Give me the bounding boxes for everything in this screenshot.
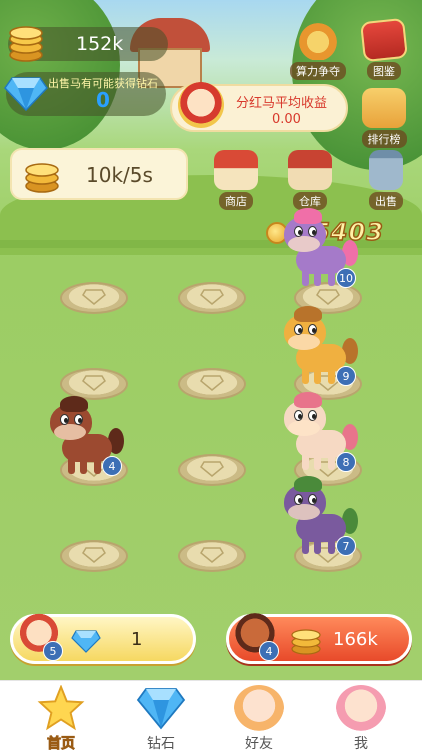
warehouse-button[interactable]: 仓库 (282, 150, 338, 210)
trash-can-icon (369, 150, 403, 190)
horse[interactable]: 9 (284, 306, 358, 388)
buy-with-diamond-button[interactable]: 5 1 (10, 613, 196, 664)
leaderboard-button[interactable]: 排行榜 (356, 88, 412, 148)
diamond-value: 0 (96, 88, 110, 112)
star-icon (37, 685, 85, 731)
buy-with-coins-button[interactable]: 4 166k (226, 613, 412, 664)
profile-avatar-icon (336, 685, 386, 731)
friends-avatar-icon (234, 685, 284, 731)
compute-contest-button[interactable]: 算力争夺 (290, 20, 346, 80)
nav-friends[interactable]: 好友 (214, 681, 304, 750)
nav-home[interactable]: 首页 (16, 681, 106, 750)
level-badge: 8 (336, 452, 356, 472)
shop-icon (214, 150, 258, 190)
diamond-balance: 出售马有可能获得钻石 0 (4, 72, 166, 116)
bottom-nav: 首页 钻石 好友 我 (0, 680, 422, 750)
horse-slot[interactable] (178, 368, 246, 408)
diamond-emblem-icon (82, 289, 106, 305)
diamond-emblem-icon (82, 375, 106, 391)
diamond-icon (4, 77, 48, 112)
trophy-shield-icon (296, 20, 340, 60)
level-badge: 7 (336, 536, 356, 556)
dividend-title: 分红马平均收益 (236, 96, 328, 111)
shop-button[interactable]: 商店 (208, 150, 264, 210)
book-icon (360, 17, 408, 63)
diamond-emblem-icon (200, 375, 224, 391)
nav-diamond[interactable]: 钻石 (116, 681, 206, 750)
horse-slot[interactable] (60, 540, 128, 580)
collection-button[interactable]: 图鉴 (356, 17, 412, 80)
income-rate-panel: 10k/5s (10, 148, 188, 200)
dividend-horse-avatar (178, 82, 224, 128)
income-rate-value: 10k/5s (86, 163, 153, 187)
coin-stack-icon (9, 26, 43, 62)
coin-stack-icon (291, 629, 321, 655)
diamond-emblem-icon (200, 547, 224, 563)
diamond-price: 1 (131, 629, 143, 650)
horse-slot[interactable] (60, 282, 128, 322)
diamond-emblem-icon (316, 289, 340, 305)
level-badge: 10 (336, 268, 356, 288)
horse-slot[interactable] (178, 282, 246, 322)
nav-me[interactable]: 我 (316, 681, 406, 750)
level-badge: 4 (102, 456, 122, 476)
level-badge: 4 (259, 641, 279, 661)
diamond-emblem-icon (82, 547, 106, 563)
horse[interactable]: 4 (50, 396, 124, 478)
sell-button[interactable]: 出售 (358, 150, 414, 210)
dividend-value: 0.00 (272, 112, 301, 127)
horse[interactable]: 8 (284, 392, 358, 474)
diamond-icon (71, 630, 101, 653)
coin-value: 152k (76, 33, 124, 55)
diamond-emblem-icon (200, 289, 224, 305)
coin-price: 166k (333, 629, 378, 650)
diamond-emblem-icon (200, 461, 224, 477)
podium-icon (362, 88, 406, 128)
warehouse-icon (288, 150, 332, 190)
coin-stack-icon (25, 163, 59, 193)
level-badge: 5 (43, 641, 63, 661)
coin-balance: 152k (8, 26, 168, 62)
horse[interactable]: 10 (284, 208, 358, 290)
dividend-panel[interactable]: 分红马平均收益 0.00 (170, 82, 348, 132)
horse-slot[interactable] (178, 540, 246, 580)
horse-slot[interactable] (178, 454, 246, 494)
diamond-icon (136, 688, 186, 730)
horse[interactable]: 7 (284, 476, 358, 558)
level-badge: 9 (336, 366, 356, 386)
